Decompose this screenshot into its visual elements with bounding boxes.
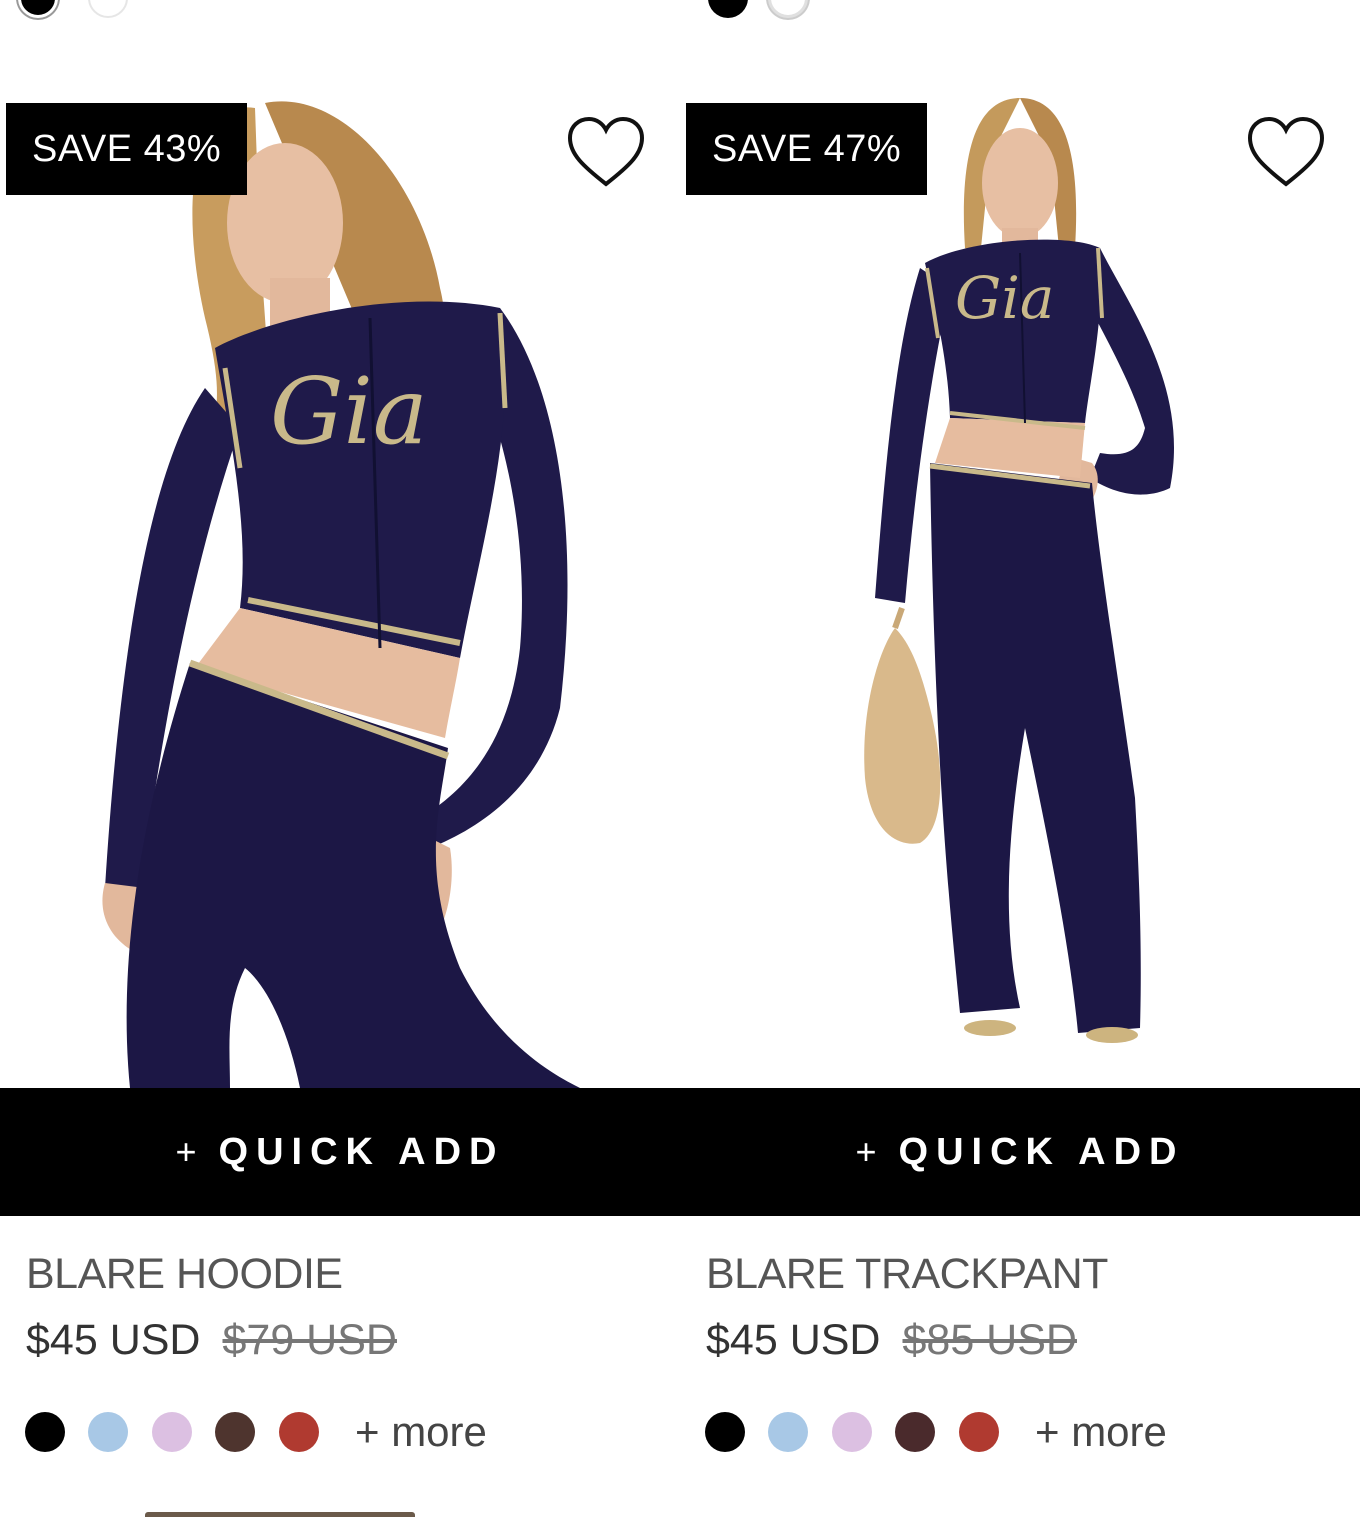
- swatch-red[interactable]: [279, 1412, 319, 1452]
- previous-swatch-white[interactable]: [768, 0, 808, 18]
- product-title-link[interactable]: BLARE HOODIE: [26, 1250, 343, 1299]
- swatch-black[interactable]: [25, 1412, 65, 1452]
- sale-price: $45 USD: [706, 1316, 881, 1364]
- sale-price: $45 USD: [26, 1316, 201, 1364]
- heart-outline-icon[interactable]: [1245, 114, 1327, 190]
- swatch-light-blue[interactable]: [768, 1412, 808, 1452]
- previous-swatch-black[interactable]: [18, 0, 58, 18]
- product-card-blare-hoodie: Gia SAVE 43% + QUICK ADD BLARE HOODIE $4…: [0, 0, 680, 1517]
- compare-at-price: $79 USD: [222, 1316, 397, 1364]
- quick-add-button[interactable]: + QUICK ADD: [680, 1088, 1360, 1216]
- garment-script-text: Gia: [955, 264, 1054, 332]
- color-swatches: + more: [705, 1408, 1345, 1455]
- next-row-image-edge: [145, 1512, 415, 1517]
- color-swatches: + more: [25, 1408, 665, 1455]
- product-card-blare-trackpant: Gia SAVE 47% + QUICK ADD BLARE TRACKPANT…: [680, 0, 1360, 1517]
- plus-icon: +: [175, 1131, 205, 1172]
- heart-outline-icon[interactable]: [565, 114, 647, 190]
- compare-at-price: $85 USD: [902, 1316, 1077, 1364]
- swatch-brown[interactable]: [895, 1412, 935, 1452]
- more-colors-link[interactable]: + more: [1035, 1408, 1167, 1456]
- swatch-lilac[interactable]: [832, 1412, 872, 1452]
- price-row: $45 USD $79 USD: [26, 1316, 397, 1365]
- swatch-black[interactable]: [705, 1412, 745, 1452]
- discount-badge: SAVE 47%: [686, 103, 928, 195]
- swatch-brown[interactable]: [215, 1412, 255, 1452]
- swatch-red[interactable]: [959, 1412, 999, 1452]
- more-colors-link[interactable]: + more: [355, 1408, 487, 1456]
- product-title-link[interactable]: BLARE TRACKPANT: [706, 1250, 1108, 1299]
- swatch-light-blue[interactable]: [88, 1412, 128, 1452]
- quick-add-button[interactable]: + QUICK ADD: [0, 1088, 680, 1216]
- product-image-frame[interactable]: Gia: [0, 88, 680, 1088]
- product-image-frame[interactable]: Gia: [680, 88, 1360, 1088]
- garment-script-text: Gia: [270, 358, 428, 465]
- product-image-trackpant[interactable]: Gia: [680, 88, 1360, 1088]
- plus-icon: +: [855, 1131, 885, 1172]
- price-row: $45 USD $85 USD: [706, 1316, 1077, 1365]
- quick-add-label: QUICK ADD: [898, 1130, 1185, 1173]
- product-image-hoodie[interactable]: Gia: [0, 88, 680, 1088]
- previous-swatch-black[interactable]: [708, 0, 748, 18]
- swatch-lilac[interactable]: [152, 1412, 192, 1452]
- discount-badge: SAVE 43%: [6, 103, 248, 195]
- previous-swatch-white[interactable]: [88, 0, 128, 18]
- quick-add-label: QUICK ADD: [218, 1130, 505, 1173]
- product-grid: Gia SAVE 43% + QUICK ADD BLARE HOODIE $4…: [0, 0, 1360, 1517]
